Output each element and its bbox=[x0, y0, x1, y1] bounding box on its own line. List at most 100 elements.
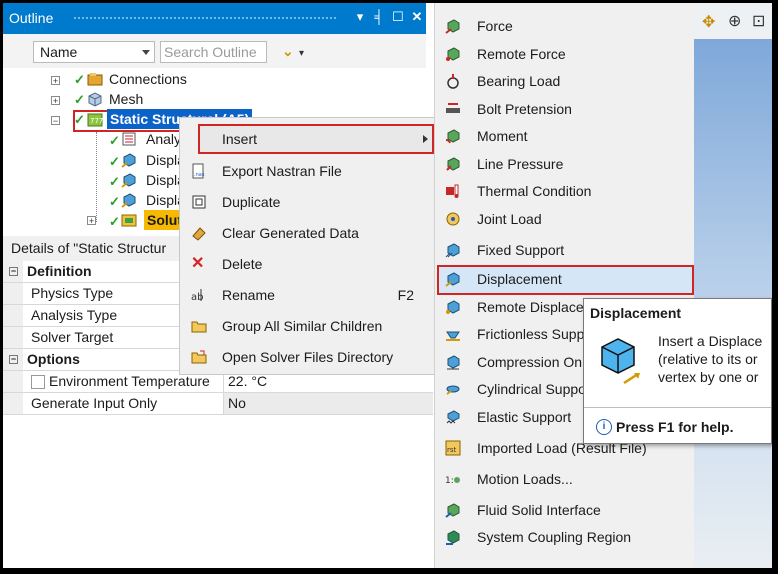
displacement-icon bbox=[121, 152, 137, 168]
details-row-generate-input-only[interactable]: Generate Input Only No bbox=[3, 393, 433, 415]
maximize-icon[interactable]: ☐ bbox=[390, 9, 406, 25]
submenu-item-joint-load[interactable]: Joint Load bbox=[435, 206, 693, 233]
submenu-arrow-icon bbox=[423, 135, 428, 143]
menu-item-clear-generated-data[interactable]: Clear Generated Data bbox=[180, 218, 436, 248]
close-icon[interactable]: ✕ bbox=[409, 9, 425, 25]
details-label: Options bbox=[27, 351, 80, 367]
tree-item-connections[interactable]: Connections bbox=[109, 69, 187, 89]
menu-item-delete[interactable]: ✕ Delete bbox=[180, 249, 436, 279]
expand-icon[interactable]: + bbox=[87, 216, 96, 226]
submenu-item-label: Remote Displace bbox=[477, 299, 584, 315]
submenu-item-label: Bearing Load bbox=[477, 73, 561, 89]
menu-item-label: Insert bbox=[222, 131, 258, 147]
collapse-icon[interactable]: − bbox=[9, 267, 18, 276]
insert-submenu: Force Remote Force Bearing Load Bolt Pre… bbox=[434, 3, 694, 568]
tree-item-label: Mesh bbox=[109, 91, 144, 107]
parameter-checkbox[interactable] bbox=[31, 375, 45, 389]
submenu-item-label: Line Pressure bbox=[477, 156, 564, 172]
mesh-icon bbox=[87, 91, 103, 107]
svg-text:ab: ab bbox=[191, 292, 203, 303]
check-icon: ✓ bbox=[74, 92, 85, 107]
submenu-item-system-coupling-region[interactable]: System Coupling Region bbox=[435, 524, 693, 551]
arrow-icon bbox=[622, 371, 644, 385]
tooltip-divider bbox=[584, 407, 771, 408]
submenu-item-fixed-support[interactable]: Fixed Support bbox=[435, 237, 693, 264]
force-icon bbox=[445, 18, 461, 34]
remote-displacement-icon bbox=[445, 299, 461, 315]
search-options-icon[interactable]: ▾ bbox=[299, 48, 304, 59]
row-gutter bbox=[3, 283, 23, 304]
collapse-icon[interactable]: − bbox=[9, 355, 18, 364]
tree-item-label: Analy bbox=[146, 131, 182, 147]
tree-item-mesh[interactable]: Mesh bbox=[109, 89, 143, 109]
thermal-icon bbox=[445, 183, 461, 199]
submenu-item-label: Displacement bbox=[477, 271, 562, 287]
dropdown-icon[interactable]: ▾ bbox=[352, 9, 368, 25]
menu-item-label: Delete bbox=[222, 256, 263, 272]
submenu-item-bearing-load[interactable]: Bearing Load bbox=[435, 68, 693, 95]
tree-item-label: Connections bbox=[109, 71, 187, 87]
outline-title-bar: Outline ▾ ╡ ☐ ✕ bbox=[3, 3, 426, 34]
submenu-item-moment[interactable]: Moment bbox=[435, 123, 693, 150]
submenu-item-line-pressure[interactable]: Line Pressure bbox=[435, 151, 693, 178]
search-input[interactable]: Search Outline bbox=[160, 41, 267, 63]
expand-icon[interactable]: + bbox=[51, 96, 60, 106]
system-coupling-icon bbox=[445, 529, 461, 545]
details-value[interactable]: No bbox=[223, 393, 433, 414]
expand-icon[interactable]: + bbox=[51, 76, 60, 86]
submenu-item-label: Motion Loads... bbox=[477, 471, 573, 487]
tree-line bbox=[96, 132, 97, 222]
export-file-icon: .nas bbox=[191, 163, 207, 179]
context-menu: Insert .nas Export Nastran File Duplicat… bbox=[179, 117, 437, 375]
tooltip-line: vertex by one or bbox=[658, 369, 759, 385]
eraser-icon bbox=[191, 225, 207, 241]
details-label: Analysis Type bbox=[31, 307, 118, 323]
svg-text:.nas: .nas bbox=[194, 172, 205, 178]
fluid-solid-interface-icon bbox=[445, 502, 461, 518]
menu-item-shortcut: F2 bbox=[397, 287, 414, 303]
details-label: Generate Input Only bbox=[31, 395, 158, 411]
submenu-item-thermal-condition[interactable]: Thermal Condition bbox=[435, 178, 693, 205]
menu-item-open-solver-files[interactable]: Open Solver Files Directory bbox=[180, 342, 436, 372]
outline-title: Outline bbox=[9, 10, 54, 26]
menu-item-label: Group All Similar Children bbox=[222, 318, 383, 334]
search-placeholder: Search Outline bbox=[164, 44, 257, 60]
menu-item-insert[interactable]: Insert bbox=[180, 124, 436, 154]
submenu-item-label: Cylindrical Suppo bbox=[477, 381, 586, 397]
delete-x-icon: ✕ bbox=[191, 255, 205, 272]
submenu-item-motion-loads[interactable]: 1: Motion Loads... bbox=[435, 466, 693, 493]
tooltip-help: Press F1 for help. bbox=[616, 419, 734, 435]
menu-item-rename[interactable]: ab Rename F2 bbox=[180, 280, 436, 310]
filter-select[interactable]: Name bbox=[33, 41, 155, 63]
submenu-item-force[interactable]: Force bbox=[435, 13, 693, 40]
graphics-viewport[interactable]: ✥ ⊕ ⊡ bbox=[694, 3, 772, 568]
details-title: Details of "Static Structur bbox=[11, 240, 167, 256]
svg-text:777: 777 bbox=[90, 117, 103, 125]
filter-select-value: Name bbox=[40, 44, 78, 60]
menu-item-export-nastran[interactable]: .nas Export Nastran File bbox=[180, 156, 436, 186]
title-grip bbox=[73, 16, 336, 21]
menu-item-group-similar[interactable]: Group All Similar Children bbox=[180, 311, 436, 341]
submenu-item-label: Moment bbox=[477, 128, 528, 144]
filter-chevron-icon[interactable]: ⌄ bbox=[282, 43, 294, 60]
svg-text:rst: rst bbox=[447, 446, 457, 454]
submenu-item-fluid-solid-interface[interactable]: Fluid Solid Interface bbox=[435, 497, 693, 524]
zoom-box-icon[interactable]: ⊡ bbox=[752, 11, 765, 31]
tree-item-analysis-settings[interactable]: Analy bbox=[146, 129, 181, 149]
outline-toolbar: Name Search Outline ⌄ ▾ bbox=[3, 34, 426, 68]
submenu-item-displacement[interactable]: Displacement bbox=[435, 266, 693, 293]
submenu-item-remote-force[interactable]: Remote Force bbox=[435, 41, 693, 68]
submenu-item-label: Frictionless Supp bbox=[477, 326, 585, 342]
menu-item-label: Export Nastran File bbox=[222, 163, 342, 179]
submenu-item-label: Fixed Support bbox=[477, 242, 565, 258]
pan-icon[interactable]: ✥ bbox=[702, 12, 715, 32]
details-label: Solver Target bbox=[31, 329, 114, 345]
info-icon: i bbox=[596, 419, 612, 435]
submenu-item-bolt-pretension[interactable]: Bolt Pretension bbox=[435, 96, 693, 123]
check-icon: ✓ bbox=[74, 72, 85, 87]
pin-icon[interactable]: ╡ bbox=[371, 9, 387, 25]
collapse-icon[interactable]: − bbox=[51, 116, 60, 126]
zoom-icon[interactable]: ⊕ bbox=[728, 11, 741, 31]
menu-item-duplicate[interactable]: Duplicate bbox=[180, 187, 436, 217]
folder-icon bbox=[191, 318, 207, 334]
